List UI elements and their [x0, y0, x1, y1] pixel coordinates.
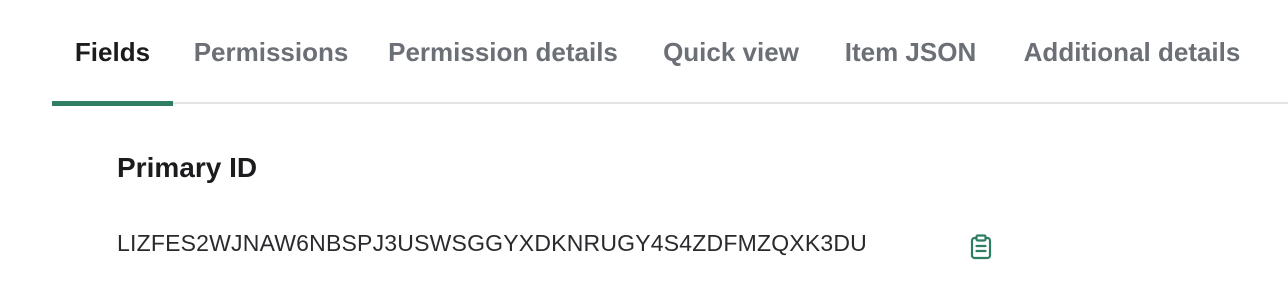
tab-permissions-label: Permissions — [193, 36, 349, 67]
tab-quick-view-label: Quick view — [663, 36, 799, 67]
primary-id-value: LIZFES2WJNAW6NBSPJ3USWSGGYXDKNRUGY4S4ZDF… — [117, 230, 867, 256]
copy-button[interactable] — [966, 232, 996, 262]
tab-bar: Fields Permissions Permission details Qu… — [52, 0, 1288, 106]
active-tab-indicator — [52, 101, 173, 106]
tab-item-json[interactable]: Item JSON — [844, 0, 977, 104]
tab-permissions[interactable]: Permissions — [194, 0, 349, 104]
tab-fields[interactable]: Fields — [52, 0, 173, 106]
tab-additional-details[interactable]: Additional details — [1022, 0, 1242, 104]
tab-item-json-label: Item JSON — [844, 36, 977, 67]
tab-permission-details-label: Permission details — [388, 36, 618, 67]
tab-additional-details-label: Additional details — [1023, 36, 1241, 67]
tab-permission-details[interactable]: Permission details — [388, 0, 618, 104]
clipboard-icon — [970, 234, 992, 260]
primary-id-heading: Primary ID — [117, 152, 258, 183]
tab-fields-label: Fields — [74, 36, 151, 67]
tab-quick-view[interactable]: Quick view — [662, 0, 800, 104]
